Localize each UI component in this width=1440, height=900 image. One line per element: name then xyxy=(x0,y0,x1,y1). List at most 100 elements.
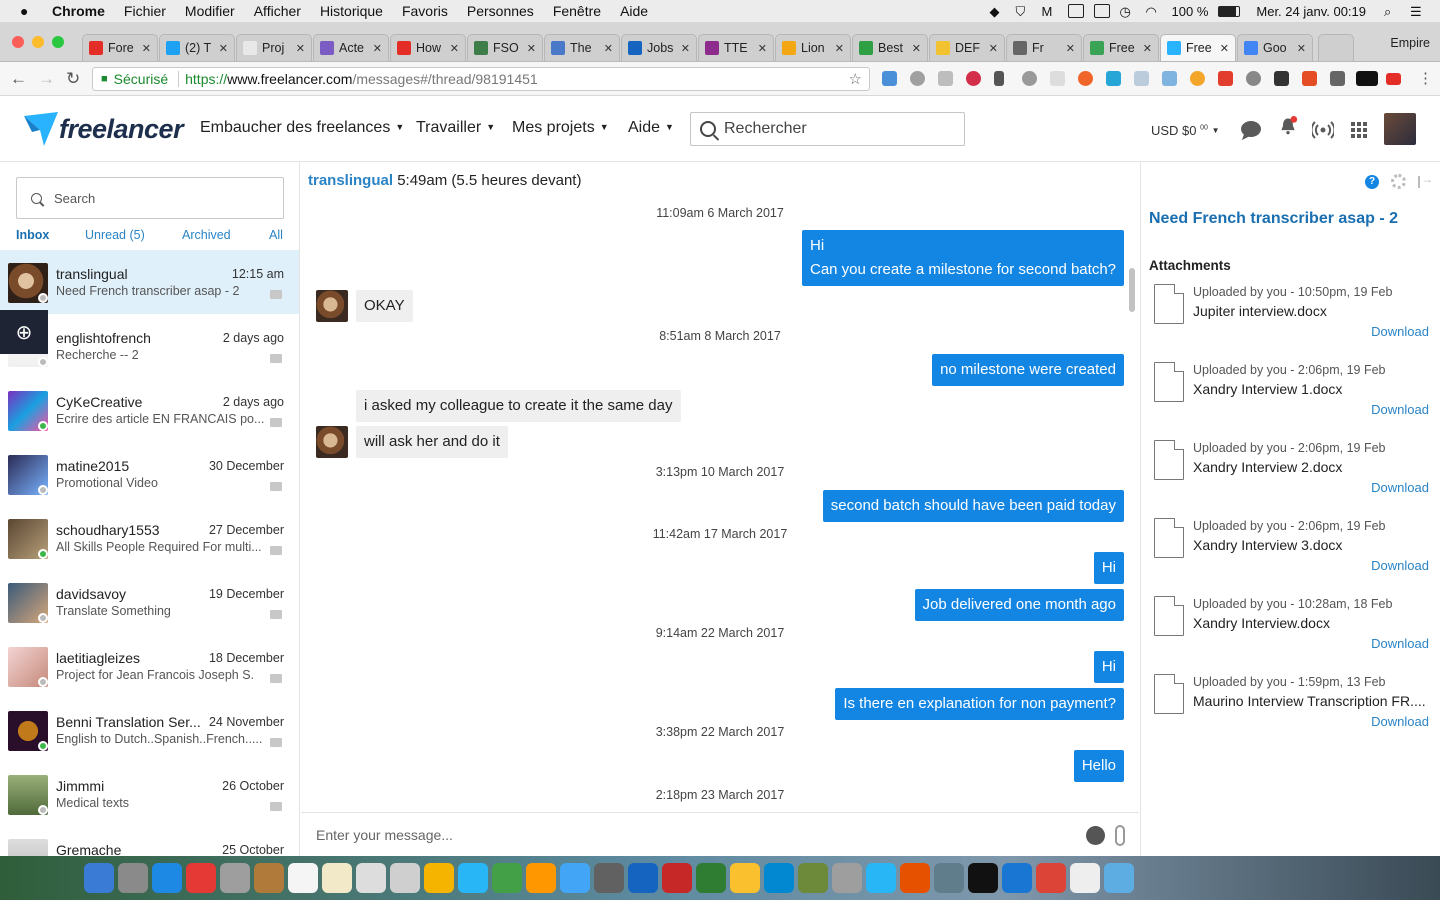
browser-tab[interactable]: TTE ✕ xyxy=(698,34,774,61)
chrome-menu-icon[interactable]: ⋮ xyxy=(1418,69,1433,87)
dock-app-icon[interactable] xyxy=(1036,863,1066,893)
dock-app-icon[interactable] xyxy=(1070,863,1100,893)
browser-tab[interactable]: Proj ✕ xyxy=(236,34,312,61)
dock-app-icon[interactable] xyxy=(390,863,420,893)
download-link[interactable]: Download xyxy=(1371,480,1429,495)
browser-tab[interactable]: Goo ✕ xyxy=(1237,34,1313,61)
download-link[interactable]: Download xyxy=(1371,324,1429,339)
extension-iq-icon[interactable] xyxy=(882,71,897,86)
dock-app-icon[interactable] xyxy=(696,863,726,893)
globe-icon[interactable]: ⊕ xyxy=(0,310,48,354)
browser-tab[interactable]: FSO ✕ xyxy=(467,34,543,61)
dock-app-icon[interactable] xyxy=(628,863,658,893)
conversation-item[interactable]: davidsavoy 19 December Translate Something xyxy=(0,570,299,634)
tab-close-icon[interactable]: ✕ xyxy=(293,42,305,55)
extension-eye-icon[interactable] xyxy=(1246,71,1261,86)
extension-hat-icon[interactable] xyxy=(1274,71,1289,86)
dock-app-icon[interactable] xyxy=(594,863,624,893)
dock-app-icon[interactable] xyxy=(322,863,352,893)
keyboard-icon[interactable] xyxy=(1093,4,1110,18)
freelancer-logo[interactable]: freelancer xyxy=(24,112,184,146)
browser-tab[interactable]: Free ✕ xyxy=(1083,34,1159,61)
menu-app-name[interactable]: Chrome xyxy=(52,3,105,19)
archive-folder-icon[interactable] xyxy=(270,610,282,619)
tab-close-icon[interactable]: ✕ xyxy=(370,42,382,55)
dropbox-icon[interactable]: ◆ xyxy=(990,4,1006,19)
profile-name[interactable]: Empire xyxy=(1390,36,1430,50)
dock-app-icon[interactable] xyxy=(458,863,488,893)
nav-my-projects[interactable]: Mes projets ▼ xyxy=(512,119,609,137)
minimize-window-button[interactable] xyxy=(32,36,44,48)
archive-folder-icon[interactable] xyxy=(270,354,282,363)
archive-folder-icon[interactable] xyxy=(270,418,282,427)
nav-hire[interactable]: Embaucher des freelances ▼ xyxy=(200,119,404,137)
paperclip-icon[interactable] xyxy=(1115,825,1125,846)
archive-folder-icon[interactable] xyxy=(270,674,282,683)
dock-app-icon[interactable] xyxy=(832,863,862,893)
dock-app-icon[interactable] xyxy=(730,863,760,893)
tab-close-icon[interactable]: ✕ xyxy=(1063,42,1075,55)
archive-folder-icon[interactable] xyxy=(270,802,282,811)
extension-html-icon[interactable] xyxy=(1302,71,1317,86)
spotlight-icon[interactable]: ⌕ xyxy=(1384,4,1400,19)
extension-fire-icon[interactable] xyxy=(1078,71,1093,86)
tab-close-icon[interactable]: ✕ xyxy=(601,42,613,55)
filter-unread[interactable]: Unread (5) xyxy=(85,228,145,242)
filter-inbox[interactable]: Inbox xyxy=(16,228,49,242)
message-scrollbar[interactable] xyxy=(1129,268,1135,312)
extension-checklist-icon[interactable] xyxy=(1330,71,1345,86)
extension-lastpass-icon[interactable] xyxy=(966,71,981,86)
extension-shield-icon[interactable] xyxy=(938,71,953,86)
tab-close-icon[interactable]: ✕ xyxy=(1217,42,1229,55)
wifi-icon[interactable]: ◠ xyxy=(1146,4,1162,19)
project-title[interactable]: Need French transcriber asap - 2 xyxy=(1149,210,1398,228)
menu-personnes[interactable]: Personnes xyxy=(467,3,534,19)
close-window-button[interactable] xyxy=(12,36,24,48)
conversation-item[interactable]: Jimmmi 26 October Medical texts xyxy=(0,762,299,826)
menu-fenetre[interactable]: Fenêtre xyxy=(553,3,601,19)
tab-close-icon[interactable]: ✕ xyxy=(755,42,767,55)
conversation-item[interactable]: Gremache 25 October xyxy=(0,826,299,856)
browser-tab[interactable]: Fore ✕ xyxy=(82,34,158,61)
filter-all[interactable]: All xyxy=(269,228,283,242)
conversation-item[interactable]: translingual 12:15 am Need French transcri… xyxy=(0,250,299,314)
dock-app-icon[interactable] xyxy=(866,863,896,893)
gear-icon[interactable] xyxy=(1391,174,1406,189)
notification-center-icon[interactable]: ☰ xyxy=(1410,4,1426,19)
extension-dropbox-icon[interactable] xyxy=(1134,71,1149,86)
browser-tab[interactable]: Jobs ✕ xyxy=(621,34,697,61)
dock-app-icon[interactable] xyxy=(798,863,828,893)
forward-icon[interactable]: → xyxy=(38,69,55,89)
browser-tab[interactable]: Best ✕ xyxy=(852,34,928,61)
browser-tab[interactable]: DEF ✕ xyxy=(929,34,1005,61)
help-icon[interactable]: ? xyxy=(1365,174,1379,189)
broadcast-icon[interactable] xyxy=(1312,120,1334,140)
dock-app-icon[interactable] xyxy=(1002,863,1032,893)
archive-folder-icon[interactable] xyxy=(270,738,282,747)
tab-close-icon[interactable]: ✕ xyxy=(832,42,844,55)
dock-app-icon[interactable] xyxy=(934,863,964,893)
dock-app-icon[interactable] xyxy=(968,863,998,893)
nav-work[interactable]: Travailler ▼ xyxy=(416,119,495,137)
tab-close-icon[interactable]: ✕ xyxy=(909,42,921,55)
extension-rocket-icon[interactable] xyxy=(1106,71,1121,86)
chat-username[interactable]: translingual xyxy=(308,172,393,189)
alert-icon[interactable] xyxy=(1067,4,1084,18)
dock-app-icon[interactable] xyxy=(186,863,216,893)
exit-icon[interactable] xyxy=(1418,172,1433,188)
user-avatar[interactable] xyxy=(1384,113,1416,145)
new-tab-button[interactable] xyxy=(1318,34,1354,61)
browser-tab[interactable]: Fr ✕ xyxy=(1006,34,1082,61)
menu-afficher[interactable]: Afficher xyxy=(254,3,301,19)
browser-tab[interactable]: (2) T ✕ xyxy=(159,34,235,61)
site-search-input[interactable]: Rechercher xyxy=(690,112,965,146)
extension-red-square-icon[interactable] xyxy=(1218,71,1233,86)
dock-app-icon[interactable] xyxy=(118,863,148,893)
browser-tab[interactable]: How ✕ xyxy=(390,34,466,61)
menu-historique[interactable]: Historique xyxy=(320,3,383,19)
extension-bookmark-icon[interactable] xyxy=(994,71,1004,86)
download-link[interactable]: Download xyxy=(1371,558,1429,573)
extension-grey-icon[interactable] xyxy=(1022,71,1037,86)
tab-close-icon[interactable]: ✕ xyxy=(986,42,998,55)
extension-dnd-icon[interactable] xyxy=(1356,71,1378,86)
